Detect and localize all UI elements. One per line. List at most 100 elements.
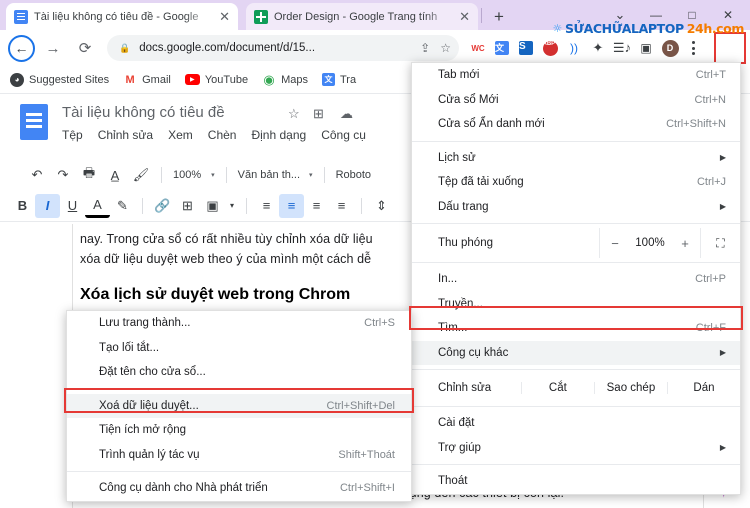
bold-button[interactable]: B (10, 194, 35, 218)
paint-format-button[interactable]: 🖌 (128, 163, 154, 187)
font-select[interactable]: Roboto (332, 169, 371, 181)
gmail-icon: M (125, 73, 135, 86)
avatar[interactable]: D (659, 37, 681, 59)
bookmark-suggested-sites[interactable]: ◕ Suggested Sites (10, 72, 109, 87)
italic-button[interactable]: I (35, 193, 60, 218)
align-center-button[interactable]: ≡ (279, 193, 304, 218)
print-button[interactable]: 🖶 (76, 163, 102, 187)
zoom-out-button[interactable]: − (600, 228, 630, 258)
move-to-folder-icon[interactable]: ⊞ (313, 106, 324, 122)
reading-list-icon[interactable]: ☰♪ (611, 37, 633, 59)
menu-shortcut: Ctrl+Shift+N (666, 118, 726, 131)
menu-item-find[interactable]: Tìm... Ctrl+F (412, 316, 740, 341)
menu-label: Tệp đã tải xuống (438, 176, 524, 189)
undo-button[interactable]: ↶ (24, 163, 50, 187)
menu-item-bookmarks[interactable]: Dấu trang ▶ (412, 195, 740, 220)
bookmark-maps[interactable]: ◉ Maps (262, 72, 308, 87)
spellcheck-button[interactable]: A̲ (102, 163, 128, 187)
bookmark-youtube[interactable]: ▶ YouTube (184, 74, 248, 86)
bookmark-gmail[interactable]: M Gmail (123, 73, 171, 87)
menu-item-more-tools[interactable]: Công cụ khác ▶ (412, 340, 740, 365)
insert-link-button[interactable]: 🔗 (150, 194, 175, 218)
close-icon[interactable]: ✕ (459, 10, 470, 23)
three-dot-menu-icon[interactable] (683, 36, 703, 60)
wc-extension-icon[interactable]: WC (467, 37, 489, 59)
browser-tab-2[interactable]: Order Design - Google Trang tính ✕ (246, 3, 478, 30)
fullscreen-button[interactable]: ⛶ (700, 228, 740, 258)
redo-button[interactable]: ↷ (50, 163, 76, 187)
line-spacing-button[interactable]: ⇕ (369, 194, 394, 218)
docs-menu-file[interactable]: Tệp (62, 128, 83, 142)
menu-item-print[interactable]: In... Ctrl+P (412, 267, 740, 292)
chevron-down-icon[interactable]: ▾ (225, 194, 239, 218)
submenu-item-developer-tools[interactable]: Công cụ dành cho Nhà phát triển Ctrl+Shi… (67, 476, 411, 501)
highlight-color-button[interactable]: ✎ (110, 194, 135, 218)
menu-edit-row: Chỉnh sửa Cắt Sao chép Dán (412, 374, 740, 402)
chrome-main-menu: Tab mới Ctrl+T Cửa sổ Mới Ctrl+N Cửa sổ … (411, 62, 741, 495)
submenu-item-extensions[interactable]: Tiện ích mở rộng (67, 418, 411, 443)
lock-icon: 🔒 (119, 42, 131, 53)
docs-menu-format[interactable]: Định dạng (251, 128, 306, 142)
adblock-plus-extension-icon[interactable]: ABP (539, 37, 561, 59)
zoom-select[interactable]: 100% ▾ (169, 169, 219, 181)
puzzle-extensions-icon[interactable]: ✦ (587, 37, 609, 59)
submenu-item-name-window[interactable]: Đặt tên cho cửa sổ... (67, 360, 411, 385)
menu-label: Lịch sử (438, 151, 476, 164)
back-button[interactable]: ← (8, 34, 35, 62)
cloud-save-icon[interactable]: ☁ (340, 106, 353, 122)
menu-divider (412, 223, 740, 224)
reload-button[interactable]: ⟳ (71, 34, 99, 62)
menu-item-exit[interactable]: Thoát (412, 469, 740, 494)
align-left-button[interactable]: ≡ (254, 194, 279, 218)
bookmark-translate[interactable]: 文 Tra (322, 73, 356, 86)
new-tab-button[interactable]: + (488, 6, 510, 28)
submenu-item-save-page-as[interactable]: Lưu trang thành... Ctrl+S (67, 311, 411, 336)
browser-tab-1[interactable]: Tài liệu không có tiêu đề - Google ✕ (6, 3, 238, 30)
tab-title: Order Design - Google Trang tính (274, 10, 438, 23)
menu-item-copy[interactable]: Sao chép (593, 382, 667, 394)
google-docs-icon (14, 9, 28, 24)
align-right-button[interactable]: ≡ (304, 194, 329, 218)
text-color-button[interactable]: A (85, 194, 110, 218)
google-translate-extension-icon[interactable]: 文 (491, 37, 513, 59)
submenu-item-clear-browsing-data[interactable]: Xoá dữ liệu duyệt... Ctrl+Shift+Del (67, 393, 411, 418)
menu-item-downloads[interactable]: Tệp đã tải xuống Ctrl+J (412, 170, 740, 195)
forward-button[interactable]: → (39, 34, 67, 62)
submenu-shortcut: Ctrl+S (364, 317, 395, 330)
menu-item-help[interactable]: Trợ giúp ▶ (412, 436, 740, 461)
menu-item-history[interactable]: Lịch sử ▶ (412, 146, 740, 171)
share-icon[interactable]: ⇪ (420, 41, 430, 55)
menu-item-paste[interactable]: Dán (666, 382, 740, 394)
docs-menu-view[interactable]: Xem (168, 128, 193, 142)
google-docs-logo (20, 104, 48, 140)
zoom-in-button[interactable]: + (670, 228, 700, 258)
submenu-item-create-shortcut[interactable]: Tạo lối tắt... (67, 336, 411, 361)
submenu-label: Lưu trang thành... (99, 317, 191, 330)
menu-item-cast[interactable]: Truyền... (412, 292, 740, 317)
docs-menu-edit[interactable]: Chỉnh sửa (98, 128, 153, 142)
document-title[interactable]: Tài liệu không có tiêu đề (62, 104, 225, 121)
docs-menu-insert[interactable]: Chèn (208, 128, 237, 142)
side-panel-icon[interactable]: ▣ (635, 37, 657, 59)
underline-button[interactable]: U (60, 194, 85, 218)
paragraph-style-select[interactable]: Văn bản th... ▾ (234, 169, 317, 181)
close-icon[interactable]: ✕ (219, 10, 230, 23)
sound-extension-icon[interactable]: )) (563, 37, 585, 59)
submenu-item-task-manager[interactable]: Trình quản lý tác vụ Shift+Thoát (67, 443, 411, 468)
insert-image-button[interactable]: ▣ (200, 194, 225, 218)
docs-menu-tools[interactable]: Công cụ (321, 128, 366, 142)
menu-item-settings[interactable]: Cài đặt (412, 411, 740, 436)
star-icon[interactable]: ☆ (440, 41, 451, 55)
menu-item-new-window[interactable]: Cửa sổ Mới Ctrl+N (412, 88, 740, 113)
menu-item-cut[interactable]: Cắt (520, 382, 594, 394)
menu-item-new-incognito-window[interactable]: Cửa sổ Ẩn danh mới Ctrl+Shift+N (412, 112, 740, 137)
menu-label: Trợ giúp (438, 441, 481, 454)
s-extension-icon[interactable]: S (515, 37, 537, 59)
add-comment-button[interactable]: ⊞ (175, 194, 200, 218)
menu-item-new-tab[interactable]: Tab mới Ctrl+T (412, 63, 740, 88)
style-value: Văn bản th... (237, 169, 301, 181)
address-bar[interactable]: 🔒 docs.google.com/document/d/15... ⇪ ☆ (107, 35, 459, 61)
menu-shortcut: Ctrl+T (695, 69, 726, 82)
align-justify-button[interactable]: ≡ (329, 194, 354, 218)
star-icon[interactable]: ☆ (288, 106, 300, 122)
